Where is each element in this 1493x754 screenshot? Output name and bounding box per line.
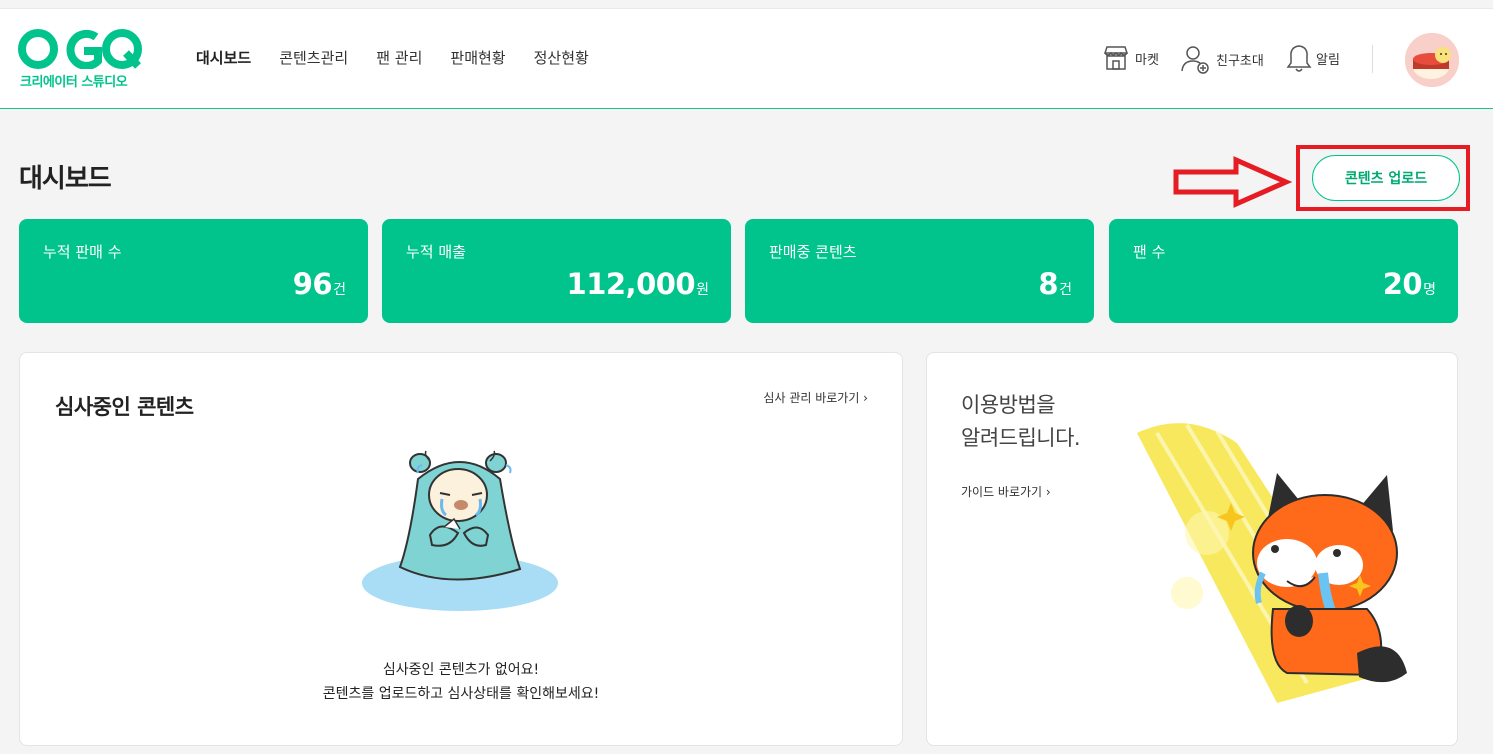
logo-subtitle: 크리에이터 스튜디오 <box>20 75 128 90</box>
stat-unit: 건 <box>1059 282 1072 298</box>
stat-value: 112,000 원 <box>567 267 709 301</box>
stat-label: 팬 수 <box>1133 243 1166 261</box>
guide-title-line2: 알려드립니다. <box>961 426 1081 450</box>
nav-dashboard[interactable]: 대시보드 <box>196 47 251 68</box>
stat-card-total-revenue: 누적 매출 112,000 원 <box>382 219 731 323</box>
empty-message-line2: 콘텐츠를 업로드하고 심사상태를 확인해보세요! <box>322 686 600 702</box>
arrow-right-icon <box>1173 156 1292 208</box>
market-link[interactable]: 마켓 <box>1101 43 1159 73</box>
guide-title-line1: 이용방법을 <box>961 393 1056 417</box>
stat-number: 96 <box>292 267 333 301</box>
nav-settlement[interactable]: 정산현황 <box>534 47 589 68</box>
crying-bear-illustration <box>362 450 558 611</box>
store-icon <box>1101 43 1131 73</box>
stat-unit: 건 <box>333 282 346 298</box>
nav-content-management[interactable]: 콘텐츠관리 <box>279 47 348 68</box>
stat-card-fans: 팬 수 20 명 <box>1109 219 1458 323</box>
nav-sales[interactable]: 판매현황 <box>450 47 505 68</box>
stat-label: 누적 매출 <box>406 243 466 261</box>
nav-fan-management[interactable]: 팬 관리 <box>376 47 422 68</box>
notification-label: 알림 <box>1316 52 1340 68</box>
review-content-panel: 심사중인 콘텐츠 심사 관리 바로가기 › 심사중인 콘텐츠가 없어요! 콘텐츠… <box>19 352 903 746</box>
notification-link[interactable]: 알림 <box>1286 43 1340 73</box>
stat-label: 판매중 콘텐츠 <box>769 243 857 261</box>
ogq-logo[interactable]: 크리에이터 스튜디오 <box>18 29 148 91</box>
market-label: 마켓 <box>1135 52 1159 68</box>
stat-value: 96 건 <box>293 267 346 301</box>
stat-card-total-sales: 누적 판매 수 96 건 <box>19 219 368 323</box>
guide-panel: 이용방법을 알려드립니다. 가이드 바로가기 › <box>926 352 1458 746</box>
review-management-link[interactable]: 심사 관리 바로가기 › <box>763 389 868 406</box>
stat-unit: 명 <box>1423 282 1436 298</box>
empty-message-line1: 심사중인 콘텐츠가 없어요! <box>382 662 540 678</box>
stat-card-on-sale-content: 판매중 콘텐츠 8 건 <box>745 219 1094 323</box>
main-nav: 대시보드 콘텐츠관리 팬 관리 판매현황 정산현황 <box>196 47 617 68</box>
user-add-icon <box>1180 43 1212 75</box>
header-divider <box>1372 45 1373 73</box>
avatar[interactable] <box>1405 33 1459 87</box>
bell-icon <box>1286 43 1312 73</box>
stat-value: 8 건 <box>1038 267 1072 301</box>
stat-unit: 원 <box>696 282 709 298</box>
review-panel-title: 심사중인 콘텐츠 <box>55 395 194 419</box>
stat-number: 20 <box>1382 267 1423 301</box>
guide-link[interactable]: 가이드 바로가기 › <box>961 483 1051 500</box>
invite-label: 친구초대 <box>1216 53 1264 69</box>
invite-friend-link[interactable]: 친구초대 <box>1180 43 1264 75</box>
stat-label: 누적 판매 수 <box>43 243 122 261</box>
top-header: 크리에이터 스튜디오 대시보드 콘텐츠관리 팬 관리 판매현황 정산현황 마켓 <box>0 8 1493 109</box>
content-upload-button[interactable]: 콘텐츠 업로드 <box>1312 155 1460 201</box>
stat-value: 20 명 <box>1383 267 1436 301</box>
stat-number: 8 <box>1038 267 1059 301</box>
stat-number: 112,000 <box>566 267 696 301</box>
guide-title: 이용방법을 알려드립니다. <box>961 389 1081 455</box>
page-title: 대시보드 <box>19 164 112 194</box>
crying-fox-illustration <box>1137 423 1407 703</box>
